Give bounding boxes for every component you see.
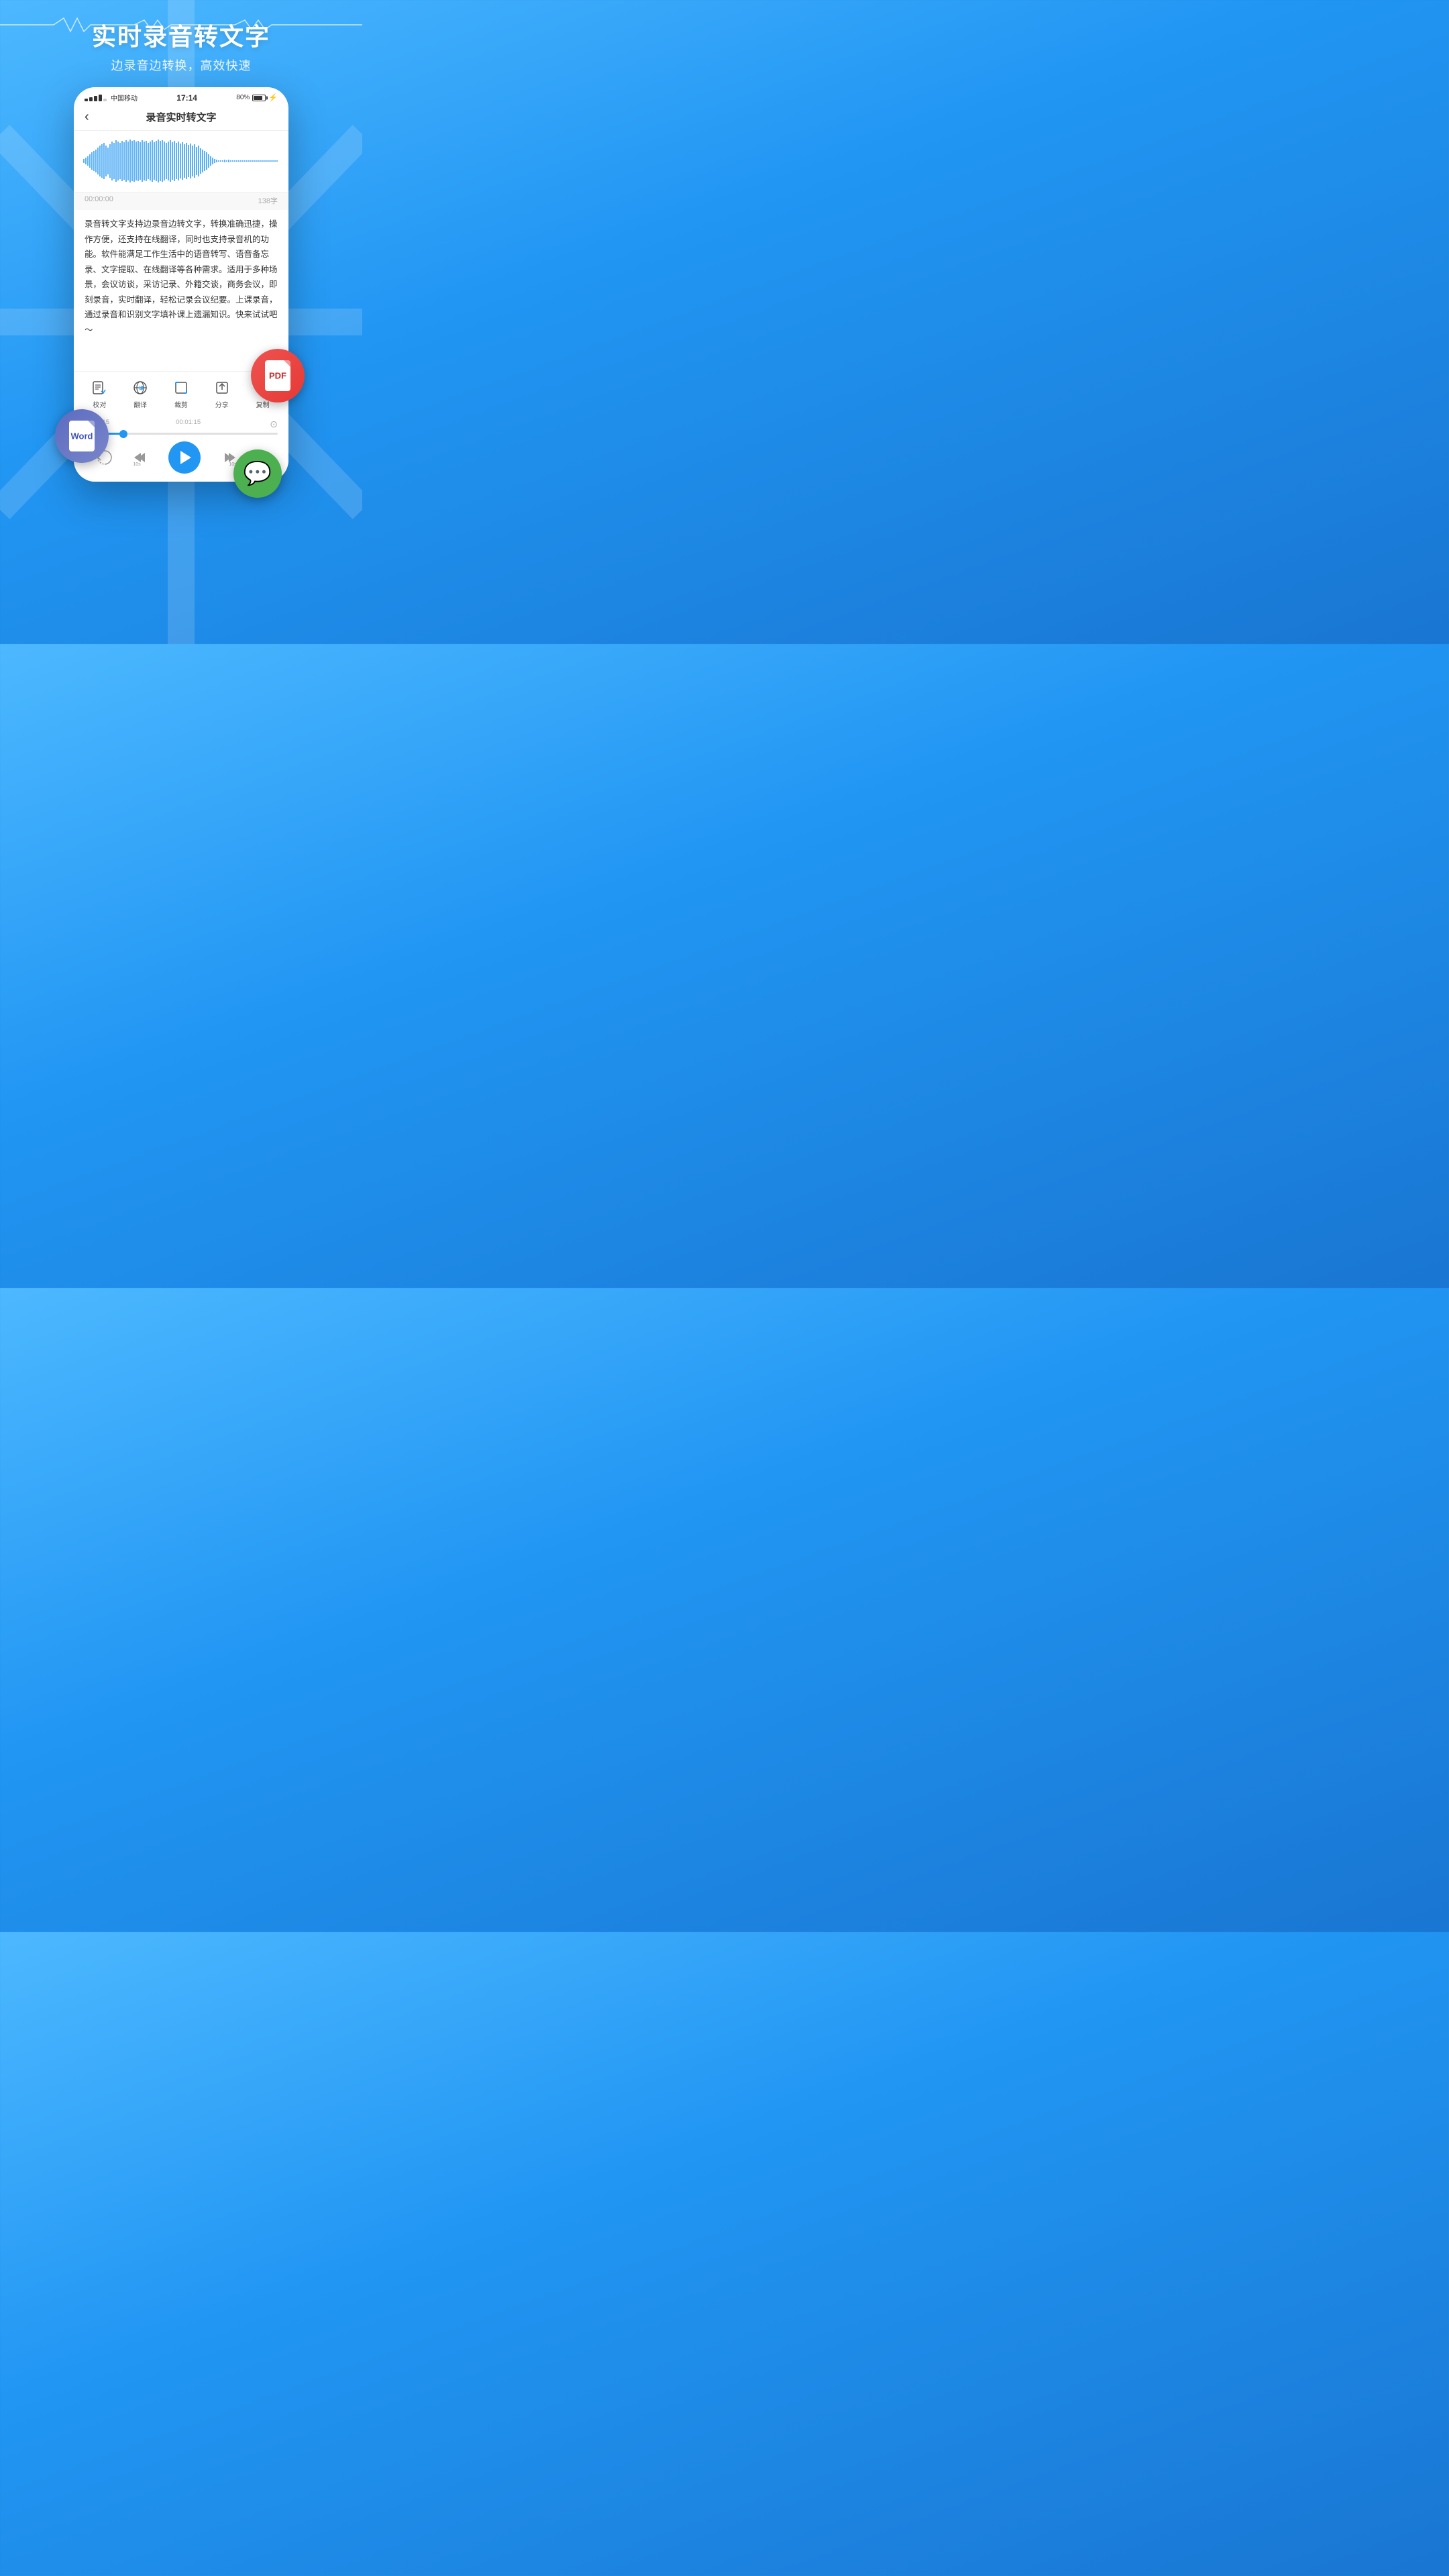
start-time: 00:00:00	[85, 195, 113, 206]
progress-thumb[interactable]	[119, 430, 127, 438]
svg-text:10s: 10s	[133, 462, 141, 467]
crop-button[interactable]: 裁剪	[172, 378, 191, 409]
svg-text:译: 译	[139, 385, 144, 391]
crop-label: 裁剪	[174, 399, 188, 409]
wechat-badge-container: 💬	[233, 449, 282, 498]
battery-icon	[252, 95, 266, 101]
nav-bar: ‹ 录音实时转文字	[74, 105, 288, 131]
word-badge-container: Word	[55, 409, 109, 463]
wechat-share-button[interactable]: 💬	[233, 449, 282, 498]
battery-fill	[254, 96, 262, 100]
translate-label: 翻译	[133, 399, 147, 409]
translate-button[interactable]: 译 翻译	[131, 378, 150, 409]
share-label: 分享	[215, 399, 229, 409]
carrier-label: 中国移动	[111, 93, 138, 103]
timer-icon: ⊙	[270, 419, 278, 430]
total-time: 00:01:15	[176, 419, 201, 430]
word-doc-icon: Word	[69, 421, 95, 451]
waveform-container	[74, 131, 288, 192]
pdf-badge-container: PDF	[251, 349, 305, 402]
play-button[interactable]	[168, 441, 201, 474]
main-title: 实时录音转文字	[13, 17, 349, 52]
nav-title: 录音实时转文字	[146, 110, 216, 124]
translate-icon: 译	[131, 378, 150, 397]
rewind-button[interactable]: 10s	[131, 448, 150, 467]
play-triangle	[180, 451, 191, 464]
pdf-export-button[interactable]: PDF	[251, 349, 305, 402]
progress-bar[interactable]	[85, 433, 278, 435]
char-count: 138字	[258, 195, 278, 206]
battery-percent: 80%	[236, 94, 250, 101]
proofread-button[interactable]: 校对	[90, 378, 109, 409]
crop-icon	[172, 378, 191, 397]
progress-times: 00:00:15 00:01:15 ⊙	[85, 419, 278, 430]
charge-icon: ⚡	[268, 93, 278, 102]
waveform-display	[82, 138, 280, 184]
pdf-doc-icon: PDF	[265, 360, 290, 391]
share-button[interactable]: 分享	[213, 378, 231, 409]
proofread-icon	[90, 378, 109, 397]
wechat-icon: 💬	[244, 460, 272, 487]
share-icon	[213, 378, 231, 397]
phone-container: Word PDF 💬	[74, 87, 288, 644]
word-label: Word	[71, 431, 93, 441]
pdf-label: PDF	[269, 371, 286, 381]
time-info-bar: 00:00:00 138字	[74, 192, 288, 210]
proofread-label: 校对	[93, 399, 106, 409]
word-export-button[interactable]: Word	[55, 409, 109, 463]
back-button[interactable]: ‹	[85, 109, 89, 125]
transcription-content: 录音转文字支持边录音边转文字，转换准确迅捷，操作方便，还支持在线翻译，同时也支持…	[74, 210, 288, 344]
signal-indicator	[85, 95, 107, 101]
status-bar: 中国移动 17:14 80% ⚡	[74, 87, 288, 105]
time-display: 17:14	[176, 93, 197, 103]
sub-title: 边录音边转换，高效快速	[13, 56, 349, 74]
status-left: 中国移动	[85, 93, 138, 103]
status-right: 80% ⚡	[236, 93, 278, 102]
header-section: 实时录音转文字 边录音边转换，高效快速	[0, 0, 362, 80]
